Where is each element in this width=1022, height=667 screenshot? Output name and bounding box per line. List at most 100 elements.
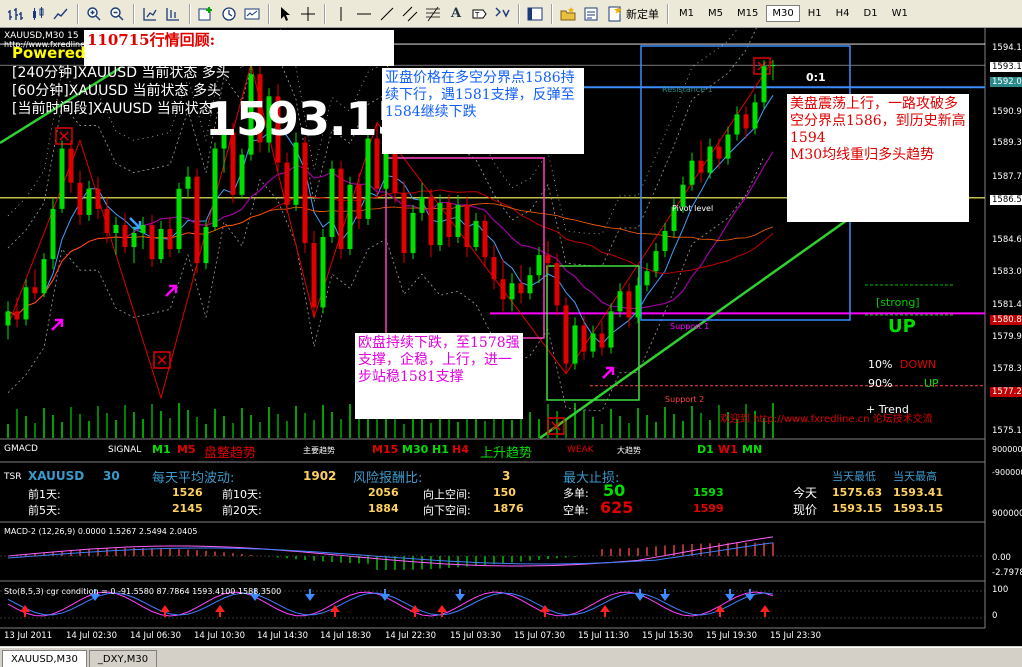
macd-label: MACD-2 (12,26,9) 0.0000 1.5267 2.5494 2.… [4, 527, 198, 536]
line-chart-icon[interactable] [50, 3, 72, 25]
folder-star-icon[interactable] [557, 3, 579, 25]
chart-tab[interactable]: XAUUSD,M30 [2, 650, 87, 667]
stoch-up-arrow [600, 605, 610, 617]
horizontal-line-icon[interactable] [353, 3, 375, 25]
new-order-button[interactable]: 新定单 [603, 3, 663, 25]
main-trend-label: 主要趋势 [303, 446, 335, 455]
candle-body [644, 271, 650, 286]
timeframe-m15[interactable]: M15 [731, 5, 764, 22]
price-axis-label: 1589.35 [992, 138, 1022, 148]
ratio-label: 0:1 [806, 71, 826, 84]
chart-tab[interactable]: _DXY,M30 [88, 650, 158, 667]
candle-body [491, 257, 497, 280]
weak-label: WEAK [567, 445, 594, 455]
arrows-icon[interactable] [491, 3, 513, 25]
price-axis-label: 1590.95 [992, 107, 1022, 117]
candle-body [347, 184, 353, 250]
candle-body [365, 138, 371, 219]
candle [203, 220, 209, 270]
strength-label: [strong] [876, 296, 920, 309]
text-icon[interactable]: A [445, 3, 467, 25]
timeframe-m30[interactable]: M30 [766, 5, 800, 22]
timeframe-h4[interactable]: H4 [830, 5, 856, 22]
candle [410, 204, 416, 260]
zoom-out-icon[interactable] [106, 3, 128, 25]
candle [14, 297, 20, 328]
short-price: 1599 [693, 502, 724, 515]
timeframe-w1[interactable]: W1 [886, 5, 914, 22]
candle-chart-icon[interactable] [27, 3, 49, 25]
candle [419, 182, 425, 221]
price-axis-label: 1581.45 [992, 300, 1022, 310]
candle [311, 230, 317, 318]
candle [194, 168, 200, 274]
candle [626, 283, 632, 328]
candle-body [500, 279, 506, 300]
prev10-value: 2056 [368, 486, 399, 499]
price-axis-label: 1578.30 [992, 364, 1022, 374]
templates-icon[interactable] [241, 3, 263, 25]
crosshair-icon[interactable] [297, 3, 319, 25]
candle [131, 226, 137, 264]
long-label: 多单: [563, 487, 589, 500]
candle [77, 170, 83, 225]
avg-vol-label: 每天平均波动: [152, 471, 235, 486]
stoch-up-arrow [215, 605, 225, 617]
candle [239, 148, 245, 199]
candle-body [356, 184, 362, 219]
timeframe-d1[interactable]: D1 [858, 5, 884, 22]
indicators-icon[interactable] [195, 3, 217, 25]
toolbar-separator [189, 3, 191, 24]
candle-body [320, 237, 326, 308]
label-icon[interactable]: T [468, 3, 490, 25]
chart-window[interactable]: XAUUSD,M30 15 http://www.fxredline.cn 11… [0, 28, 1022, 646]
stoch-axis-bottom: 0 [992, 611, 998, 621]
m15-label: M15 [372, 443, 399, 456]
down-space-value: 1876 [493, 502, 524, 515]
trendline-icon[interactable] [376, 3, 398, 25]
prev1-value: 1526 [172, 486, 203, 499]
candle-body [401, 192, 407, 254]
bar-chart-icon[interactable] [4, 3, 26, 25]
candle [527, 267, 533, 300]
tile-windows-icon[interactable] [139, 3, 161, 25]
candle-body [41, 259, 47, 294]
time-axis-label: 13 Jul 2011 [4, 631, 53, 641]
d1-label: D1 [697, 443, 714, 456]
gmacd-name: GMACD [4, 444, 38, 454]
channel-icon[interactable] [399, 3, 421, 25]
time-axis-label: 15 Jul 19:30 [706, 631, 757, 641]
candle-body [770, 65, 776, 67]
time-axis-label: 15 Jul 23:30 [770, 631, 821, 641]
svg-text:T: T [474, 11, 480, 19]
fibonacci-icon[interactable] [422, 3, 444, 25]
navigator-icon[interactable] [524, 3, 546, 25]
today-label: 今天 [793, 486, 818, 500]
toolbar-separator [551, 3, 553, 24]
candle-body [599, 333, 605, 348]
zoom-in-icon[interactable] [83, 3, 105, 25]
candle-body [482, 220, 488, 258]
timeframe-m1[interactable]: M1 [673, 5, 700, 22]
long-price: 1593 [693, 486, 724, 499]
candle [563, 297, 569, 374]
candle-body [527, 275, 533, 294]
gmacd-panel: GMACD SIGNAL M1 M5 盘整趋势 主要趋势 M15 M30 H1 … [0, 440, 985, 462]
major-trend-label: 大趋势 [617, 446, 641, 455]
price-axis-label: 1592.05 [990, 77, 1022, 87]
tsr-symbol: XAUUSD [28, 469, 85, 483]
cursor-icon[interactable] [274, 3, 296, 25]
toolbar-separator [268, 3, 270, 24]
risk-value: 3 [502, 469, 511, 483]
periods-icon[interactable] [218, 3, 240, 25]
stoch-up-arrow [715, 605, 725, 617]
candle [761, 60, 767, 109]
timeframe-h1[interactable]: H1 [802, 5, 828, 22]
candle-body [122, 224, 128, 248]
chart-shift-icon[interactable] [162, 3, 184, 25]
timeframe-m5[interactable]: M5 [702, 5, 729, 22]
candle [455, 194, 461, 244]
candle-body [752, 102, 758, 129]
vertical-line-icon[interactable] [330, 3, 352, 25]
tester-icon[interactable] [580, 3, 602, 25]
